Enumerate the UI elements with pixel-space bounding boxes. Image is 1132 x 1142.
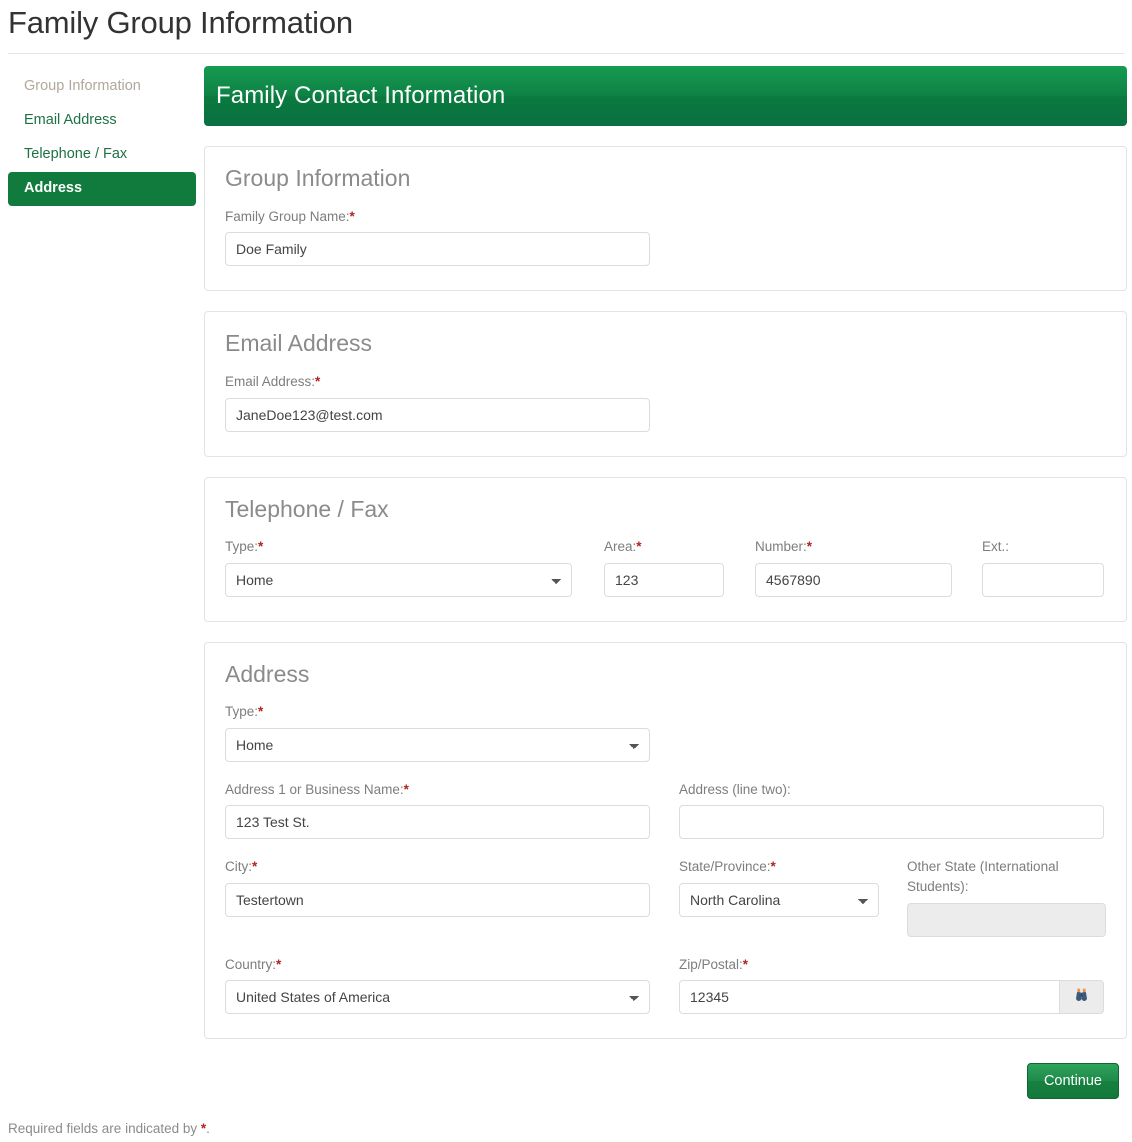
continue-button[interactable]: Continue (1027, 1063, 1119, 1099)
country-select[interactable]: United States of America (225, 980, 650, 1014)
required-asterisk: * (258, 539, 263, 554)
main-content: Family Contact Information Group Informa… (196, 66, 1127, 1099)
city-state-row: City:* State/Province:* North Carolina O… (225, 857, 1106, 936)
spacer (650, 857, 679, 936)
spacer (879, 857, 907, 936)
telephone-area-input[interactable] (604, 563, 724, 597)
label-country: Country:* (225, 955, 650, 975)
required-note-prefix: Required fields are indicated by (8, 1121, 201, 1136)
label-text: Type: (225, 539, 258, 554)
zip-input-group (679, 980, 1104, 1014)
panel-title-address: Address (225, 661, 1106, 689)
label-city: City:* (225, 857, 650, 877)
telephone-ext-input[interactable] (982, 563, 1104, 597)
label-text: Family Group Name: (225, 209, 350, 224)
address-line-two-input[interactable] (679, 805, 1104, 839)
family-group-name-input[interactable] (225, 232, 650, 266)
required-asterisk: * (743, 957, 748, 972)
panel-email-address: Email Address Email Address:* (204, 311, 1127, 456)
label-other-state: Other State (International Students): (907, 857, 1106, 896)
sidebar-nav: Group Information Email Address Telephon… (8, 66, 196, 206)
required-note-suffix: . (206, 1121, 210, 1136)
field-telephone-type: Type:* Home (225, 537, 572, 597)
country-zip-row: Country:* United States of America Zip/P… (225, 955, 1106, 1015)
label-text: City: (225, 859, 252, 874)
label-text: Country: (225, 957, 276, 972)
label-text: Number: (755, 539, 807, 554)
label-telephone-ext: Ext.: (982, 537, 1104, 557)
label-zip-postal: Zip/Postal:* (679, 955, 1104, 975)
required-asterisk: * (771, 859, 776, 874)
spacer (650, 780, 679, 840)
panel-title-telephone-fax: Telephone / Fax (225, 496, 1106, 524)
label-text: Zip/Postal: (679, 957, 743, 972)
required-asterisk: * (258, 704, 263, 719)
required-asterisk: * (636, 539, 641, 554)
panel-title-group-information: Group Information (225, 165, 1106, 193)
field-telephone-area: Area:* (604, 537, 724, 597)
sidebar-item-address[interactable]: Address (8, 172, 196, 206)
field-city: City:* (225, 857, 650, 936)
field-zip-postal: Zip/Postal:* (679, 955, 1104, 1015)
label-address-type: Type:* (225, 702, 650, 722)
spacer (650, 955, 679, 1015)
required-asterisk: * (404, 782, 409, 797)
panel-title-email-address: Email Address (225, 330, 1106, 358)
required-asterisk: * (315, 374, 320, 389)
telephone-fields-row: Type:* Home Area:* Number:* (225, 537, 1106, 597)
zip-lookup-button[interactable] (1060, 980, 1104, 1014)
field-family-group-name: Family Group Name:* (225, 207, 650, 267)
label-address-line-two: Address (line two): (679, 780, 1104, 800)
label-telephone-number: Number:* (755, 537, 952, 557)
required-asterisk: * (350, 209, 355, 224)
email-address-input[interactable] (225, 398, 650, 432)
field-country: Country:* United States of America (225, 955, 650, 1015)
required-asterisk: * (276, 957, 281, 972)
label-family-group-name: Family Group Name:* (225, 207, 650, 227)
label-text: Email Address: (225, 374, 315, 389)
panel-group-information: Group Information Family Group Name:* (204, 146, 1127, 291)
label-text: Address 1 or Business Name: (225, 782, 404, 797)
telephone-number-input[interactable] (755, 563, 952, 597)
footer-actions: Continue (204, 1039, 1127, 1099)
field-email-address: Email Address:* (225, 372, 650, 432)
field-address-line-one: Address 1 or Business Name:* (225, 780, 650, 840)
label-state-province: State/Province:* (679, 857, 879, 877)
field-other-state: Other State (International Students): (907, 857, 1106, 936)
label-email-address: Email Address:* (225, 372, 650, 392)
address-line-one-input[interactable] (225, 805, 650, 839)
telephone-type-select[interactable]: Home (225, 563, 572, 597)
address-type-select[interactable]: Home (225, 728, 650, 762)
binoculars-icon (1073, 988, 1090, 1007)
required-fields-note: Required fields are indicated by *. (0, 1099, 1132, 1136)
sidebar-item-telephone-fax[interactable]: Telephone / Fax (8, 138, 196, 172)
required-asterisk: * (252, 859, 257, 874)
field-telephone-ext: Ext.: (982, 537, 1104, 597)
label-telephone-area: Area:* (604, 537, 724, 557)
banner-title: Family Contact Information (216, 82, 505, 110)
label-text: Area: (604, 539, 636, 554)
city-input[interactable] (225, 883, 650, 917)
page-title: Family Group Information (0, 0, 1132, 53)
page-layout: Group Information Email Address Telephon… (0, 54, 1132, 1099)
field-telephone-number: Number:* (755, 537, 952, 597)
field-address-line-two: Address (line two): (679, 780, 1104, 840)
address-lines-row: Address 1 or Business Name:* Address (li… (225, 780, 1106, 840)
label-text: Type: (225, 704, 258, 719)
label-text: State/Province: (679, 859, 771, 874)
panel-address: Address Type:* Home Address 1 or Busines… (204, 642, 1127, 1039)
label-address-line-one: Address 1 or Business Name:* (225, 780, 650, 800)
state-province-select[interactable]: North Carolina (679, 883, 879, 917)
sidebar-item-group-information[interactable]: Group Information (8, 70, 196, 104)
section-banner: Family Contact Information (204, 66, 1127, 126)
label-telephone-type: Type:* (225, 537, 572, 557)
required-asterisk: * (807, 539, 812, 554)
field-address-type: Type:* Home (225, 702, 650, 762)
other-state-input (907, 903, 1106, 937)
zip-postal-input[interactable] (679, 980, 1060, 1014)
field-state-province: State/Province:* North Carolina (679, 857, 879, 936)
panel-telephone-fax: Telephone / Fax Type:* Home Area:* (204, 477, 1127, 622)
sidebar-item-email-address[interactable]: Email Address (8, 104, 196, 138)
